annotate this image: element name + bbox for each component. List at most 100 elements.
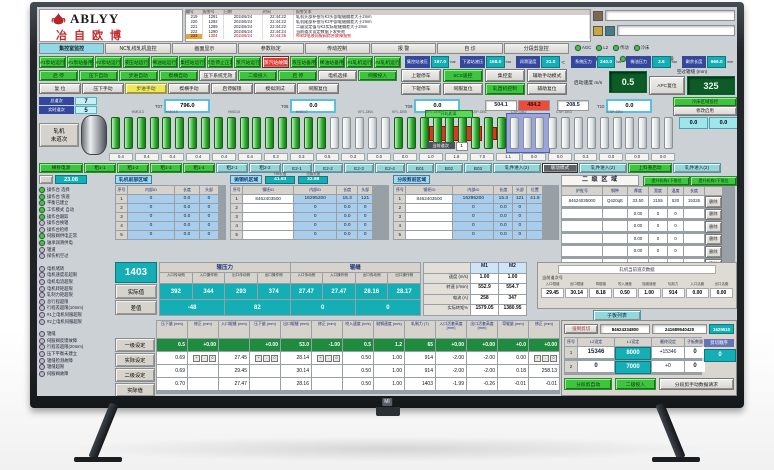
level2-delete-button[interactable]: 删除 [705,221,722,233]
stand-select-1[interactable]: 横移电源 [39,163,83,173]
control-a-7[interactable]: 启 停 [278,70,317,81]
stand-select-2[interactable]: 粗1-1 [84,163,116,173]
stepper-button[interactable]: + [317,355,324,362]
shear-button-1[interactable]: 分段剪自动 [564,378,612,390]
stand-select-11[interactable]: E2-4 [375,163,405,173]
stepper-button[interactable]: - [263,355,270,362]
status-button-9[interactable]: 蒸汽站故障 [262,56,289,68]
camera-icon[interactable] [605,26,615,36]
start-speed-display[interactable]: 0.5 [609,71,647,93]
control-a-2[interactable]: 压下自动 [79,70,118,81]
tab-2[interactable]: NC轧线轧机监控 [105,43,170,54]
setpoint-cell[interactable]: -2.00 [467,352,497,364]
control-b-1[interactable]: 复 位 [39,83,81,94]
key-icon[interactable] [593,26,603,36]
apc-reset-button[interactable]: APC复位 [649,76,685,95]
stepper-button[interactable]: 0 [209,355,216,362]
setpoint-cell[interactable]: 1.00 [374,352,404,364]
lift-limit-button-1[interactable]: 提升机构1下限位 [643,176,690,186]
status-button-1[interactable]: #1泵站运行 [39,56,66,68]
stand-select-17[interactable]: 轧件进入(2) [579,163,627,173]
tab-5[interactable]: 传动控制 [305,43,370,54]
lift-limit-button-2[interactable]: 提升机构2下限位 [690,176,737,186]
status-button-10[interactable]: 液压站备用 [290,56,317,68]
setpoint-cell[interactable]: 914 [405,352,435,364]
status-button-6[interactable]: 集控站运行 [179,56,206,68]
cluster-button[interactable]: 6CS遥控 [443,69,483,82]
cluster-button[interactable]: 集控室 [485,69,525,82]
setpoint-cell[interactable]: 27.45 [219,352,249,364]
control-a-6[interactable]: 二级投入 [238,70,277,81]
stepper-button[interactable]: + [534,355,541,362]
shear-button-2[interactable]: 二级投入 [615,378,656,390]
stand-select-19[interactable]: 轧件进入(2) [673,163,721,173]
header-input-2[interactable] [617,25,735,36]
cluster-button[interactable]: 伺服复位 [443,83,483,96]
menu-icon[interactable] [39,175,53,184]
stand-select-10[interactable]: E2-3 [344,163,374,173]
stand-select-14[interactable]: B03 [464,163,492,173]
setpoint-cell[interactable]: 0.00 [498,352,528,364]
idle-gap-display[interactable]: 325 [687,76,735,95]
cluster-button[interactable]: 辅助手动模式 [527,69,567,82]
stepper-button[interactable]: + [193,355,200,362]
stand-select-18[interactable]: 上料重启动 [628,163,672,173]
stepper-button[interactable]: - [542,355,549,362]
control-a-1[interactable]: 启 停 [39,70,78,81]
setpoint-cell[interactable]: +-0 [312,352,342,364]
control-b-2[interactable]: 压下手动 [82,83,124,94]
control-b-6[interactable]: 模拟测试 [254,83,296,94]
stand-select-4[interactable]: 粗1-3 [150,163,182,173]
level2-delete-button[interactable]: 删除 [705,209,722,221]
status-button-3[interactable]: #2泵站运行 [95,56,122,68]
control-b-7[interactable]: 伺服复位 [297,83,339,94]
setpoint-cell[interactable]: 28.14 [281,352,311,364]
cluster-button[interactable]: 辅助复位 [527,83,567,96]
stand-select-5[interactable]: 粗1-4 [183,163,215,173]
status-button-2[interactable]: #1泵站备用 [67,56,94,68]
header-input-1[interactable] [605,10,735,21]
stepper-button[interactable]: - [201,355,208,362]
control-a-4[interactable]: 楔横自动 [159,70,198,81]
control-a-3[interactable]: 步进自动 [119,70,158,81]
tab-8[interactable]: 分段剪监控 [504,43,569,54]
status-button-5[interactable]: 稀油站运行 [151,56,178,68]
setpoint-cell[interactable]: 0.50 [343,352,373,364]
setpoint-cell[interactable]: +-0 [529,352,559,364]
shear-button-3[interactable]: 分段剪手动数据请求 [659,378,734,390]
status-button-13[interactable]: #2轧机运行 [374,56,401,68]
stepper-button[interactable]: 0 [333,355,340,362]
stand-select-16[interactable]: 联动模式 [542,163,578,173]
status-button-4[interactable]: 液压站运行 [123,56,150,68]
control-b-3[interactable]: 步进手动 [125,83,167,94]
status-button-11[interactable]: 稀油站备用 [318,56,345,68]
tab-6[interactable]: 报 警 [371,43,436,54]
stepper-button[interactable]: - [325,355,332,362]
setpoint-cell[interactable]: -2.00 [436,352,466,364]
stand-select-3[interactable]: 粗1-2 [117,163,149,173]
tab-7[interactable]: 自 诊 [437,43,502,54]
stepper-button[interactable]: 0 [550,355,557,362]
level2-delete-button[interactable]: 删除 [705,196,722,208]
stepper-button[interactable]: + [255,355,262,362]
stand-select-12[interactable]: B01 [406,163,434,173]
tab-1[interactable]: 集控室监控 [39,43,104,54]
status-button-8[interactable]: 蒸汽站运行 [234,56,261,68]
tab-3[interactable]: 画面显示 [172,43,237,54]
control-a-5[interactable]: 压下系统无效 [199,70,238,81]
setpoint-cell[interactable]: +-0 [188,352,218,364]
setpoint-cell[interactable]: 0.69 [157,352,187,364]
control-b-5[interactable]: 启停解锁 [211,83,253,94]
alarm-row[interactable]: 22313042024/6/2422:44:36#M03电液伺服阀综合故障报警 [186,34,590,39]
stand-select-6[interactable]: 粗2-1 [216,163,248,173]
level2-delete-button[interactable]: 删除 [705,246,722,258]
control-a-9[interactable]: 伺服投入 [358,70,397,81]
setpoint-cell[interactable]: +-0 [250,352,280,364]
control-b-4[interactable]: 楔横手动 [168,83,210,94]
cluster-button[interactable]: 上辊停车 [401,69,441,82]
cluster-button[interactable]: 轧直机控制 [485,83,525,96]
stand-select-15[interactable]: 轧件进入(2) [493,163,541,173]
status-button-7[interactable]: 紧急停止正常 [207,56,234,68]
level2-delete-button[interactable]: 删除 [705,234,722,246]
tab-4[interactable]: 参数标定 [238,43,303,54]
